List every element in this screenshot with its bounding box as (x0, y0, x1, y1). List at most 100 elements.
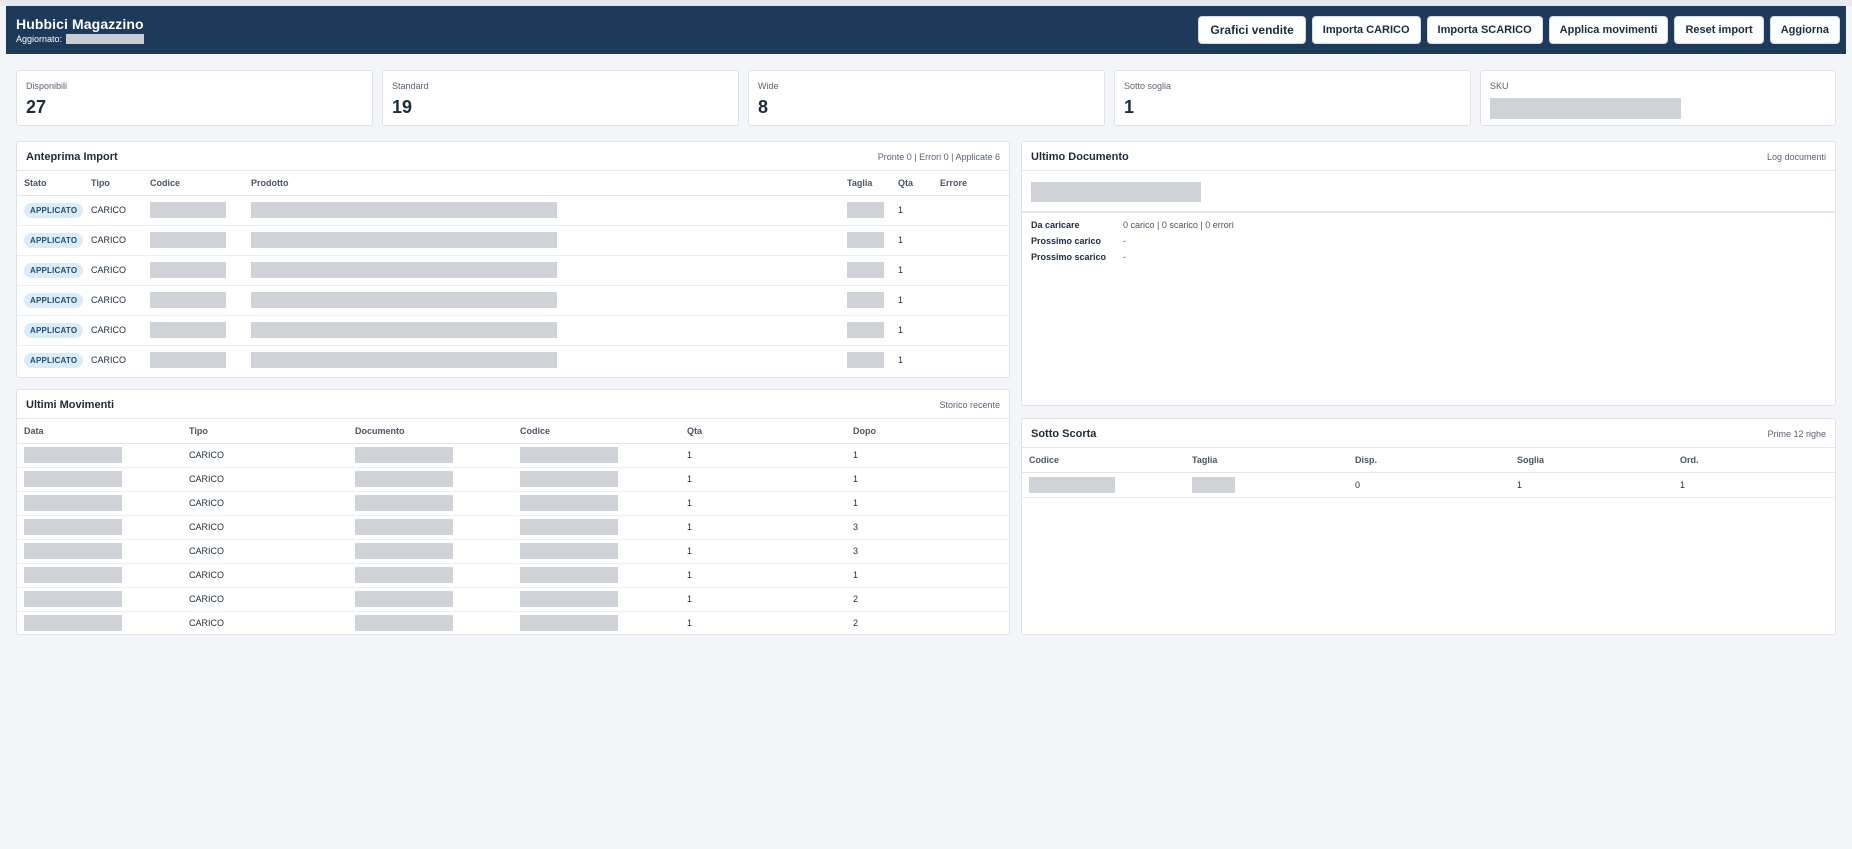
document-redacted (355, 519, 453, 535)
app-header: Hubbici Magazzino Aggiornato: Grafici ve… (6, 6, 1846, 54)
refresh-button[interactable]: Aggiorna (1769, 16, 1840, 44)
field-value: - (1123, 252, 1126, 262)
sales-charts-button[interactable]: Grafici vendite (1198, 16, 1306, 44)
status-badge: APPLICATO (24, 352, 84, 368)
error-cell (933, 195, 1009, 226)
qty-cell: 1 (680, 467, 846, 492)
status-badge: APPLICATO (24, 322, 84, 338)
field-next-unload: Prossimo scarico - (1031, 252, 1126, 262)
kpi-wide: Wide 8 (748, 70, 1105, 126)
size-redacted (847, 322, 884, 338)
document-redacted (355, 447, 453, 463)
code-redacted (150, 322, 226, 338)
updated-label: Aggiornato: (16, 34, 63, 44)
date-redacted (24, 567, 122, 583)
date-cell (17, 443, 182, 468)
code-redacted (520, 615, 618, 632)
panel-meta: Pronte 0 | Errori 0 | Applicate 6 (877, 152, 1000, 162)
error-cell (933, 285, 1009, 316)
kpi-label: Wide (758, 81, 779, 91)
product-redacted (251, 262, 557, 278)
field-label: Da caricare (1031, 220, 1080, 230)
code-cell (513, 467, 680, 492)
document-cell (348, 467, 513, 492)
type-cell: CARICO (84, 225, 143, 256)
table-row: APPLICATO CARICO 1 (17, 195, 1009, 226)
panel-meta: Storico recente (939, 400, 1000, 410)
col-qty: Qta (680, 419, 846, 444)
document-redacted (355, 543, 453, 559)
code-cell (513, 539, 680, 564)
after-cell: 1 (846, 443, 1009, 468)
code-cell (513, 443, 680, 468)
header-actions: Grafici vendite Importa CARICO Importa S… (1198, 16, 1840, 44)
table-row: CARICO 1 1 (17, 491, 1009, 516)
qty-cell: 1 (891, 195, 933, 226)
product-cell (244, 195, 840, 226)
type-cell: CARICO (182, 539, 348, 564)
document-redacted (355, 615, 453, 632)
col-code: Codice (1022, 448, 1185, 473)
product-cell (244, 255, 840, 286)
after-cell: 1 (846, 467, 1009, 492)
product-cell (244, 285, 840, 316)
col-status: Stato (17, 171, 84, 196)
status-badge: APPLICATO (24, 292, 84, 308)
col-date: Data (17, 419, 182, 444)
code-redacted (150, 232, 226, 248)
date-redacted (24, 543, 122, 559)
size-redacted (847, 352, 884, 369)
document-cell (348, 563, 513, 588)
kpi-sku: SKU (1480, 70, 1836, 126)
col-code: Codice (513, 419, 680, 444)
document-cell (348, 539, 513, 564)
type-cell: CARICO (182, 515, 348, 540)
status-badge: APPLICATO (24, 262, 84, 278)
panel-title: Ultimi Movimenti (26, 399, 115, 411)
date-redacted (24, 471, 122, 487)
table-header-row: Stato Tipo Codice Prodotto Taglia Qta Er… (17, 171, 1009, 196)
status-badge: APPLICATO (24, 202, 84, 218)
kpi-value: 8 (758, 97, 769, 117)
qty-cell: 1 (687, 618, 693, 629)
col-threshold: Soglia (1510, 448, 1673, 473)
document-cell (348, 515, 513, 540)
status-cell: APPLICATO (17, 255, 84, 286)
panel-title: Anteprima Import (26, 151, 118, 163)
apply-moves-button[interactable]: Applica movimenti (1548, 16, 1669, 44)
error-cell (933, 345, 1009, 375)
field-value: 0 carico | 0 scarico | 0 errori (1123, 220, 1234, 230)
import-unload-button[interactable]: Importa SCARICO (1426, 16, 1543, 44)
threshold-cell: 1 (1510, 472, 1673, 498)
field-to-load: Da caricare 0 carico | 0 scarico | 0 err… (1031, 220, 1234, 230)
col-ordered: Ord. (1673, 448, 1835, 473)
col-size: Taglia (840, 171, 891, 196)
code-redacted (150, 352, 226, 369)
product-redacted (251, 352, 557, 369)
type-cell: CARICO (84, 255, 143, 286)
panel-meta[interactable]: Log documenti (1767, 152, 1826, 162)
code-redacted (150, 292, 226, 308)
date-redacted (24, 519, 122, 535)
field-label: Prossimo scarico (1031, 252, 1107, 262)
import-preview-table: Stato Tipo Codice Prodotto Taglia Qta Er… (17, 171, 1009, 375)
code-redacted (520, 447, 618, 463)
status-cell: APPLICATO (17, 225, 84, 256)
qty-cell: 1 (680, 515, 846, 540)
kpi-below-threshold: Sotto soglia 1 (1114, 70, 1471, 126)
type-cell: CARICO (182, 491, 348, 516)
code-cell (513, 563, 680, 588)
field-label: Prossimo carico (1031, 236, 1102, 246)
code-redacted (1029, 476, 1115, 493)
status-cell: APPLICATO (17, 285, 84, 316)
code-cell (143, 195, 244, 226)
import-load-button[interactable]: Importa CARICO (1311, 16, 1421, 44)
status-cell: APPLICATO (17, 195, 84, 226)
import-preview-rows: APPLICATO CARICO 1 APPLICATO CARICO 1 APPLICAT… (17, 195, 1009, 375)
kpi-standard: Standard 19 (382, 70, 739, 126)
table-row: CARICO 1 1 (17, 443, 1009, 468)
product-cell (244, 345, 840, 375)
after-cell: 1 (846, 491, 1009, 516)
reset-import-button[interactable]: Reset import (1674, 16, 1764, 44)
after-cell: 3 (846, 539, 1009, 564)
